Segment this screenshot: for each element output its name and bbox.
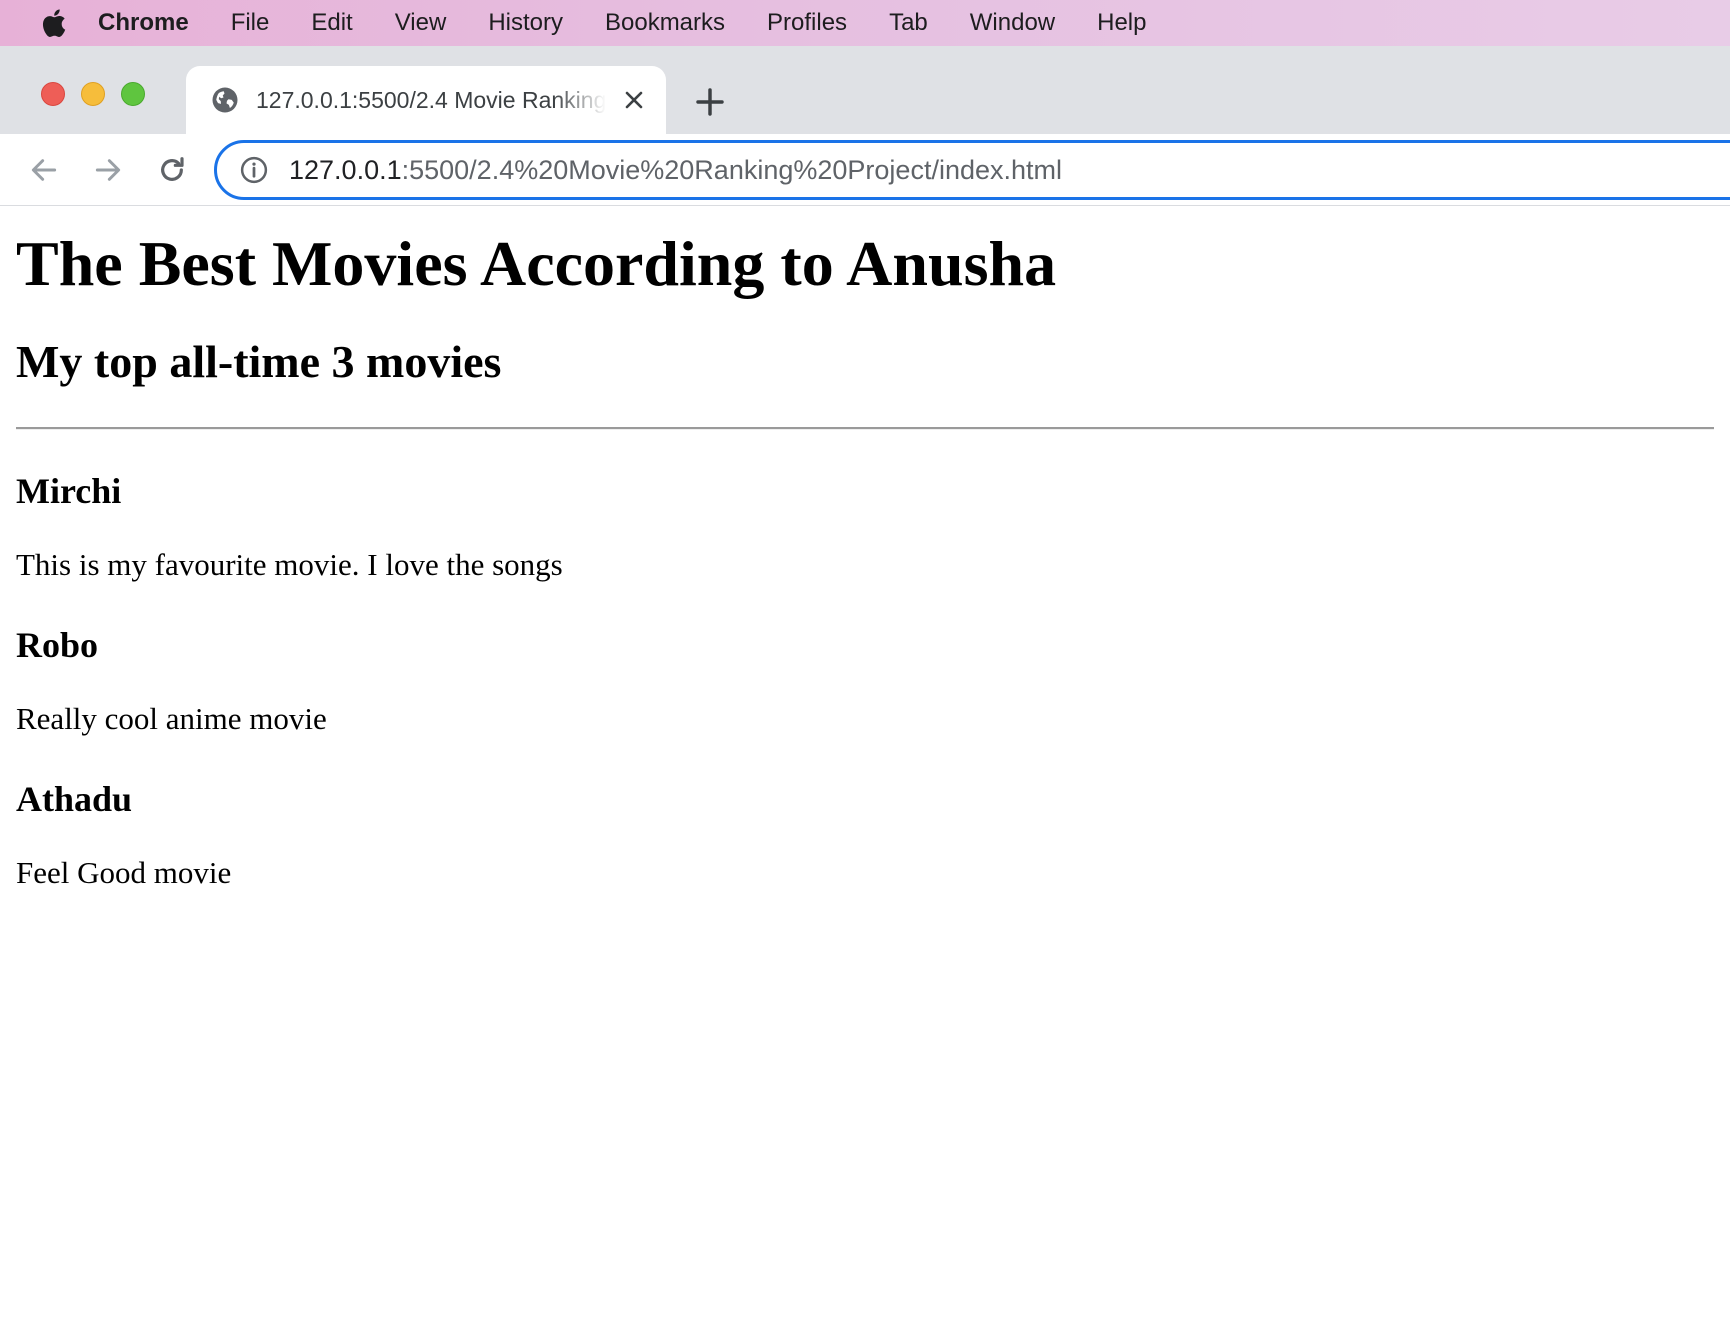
globe-icon [212,87,238,113]
menu-file[interactable]: File [231,0,270,46]
tab-active[interactable]: 127.0.0.1:5500/2.4 Movie Ranking Project… [186,66,666,134]
forward-arrow-icon[interactable] [92,154,124,186]
movie-item: Athadu Feel Good movie [16,778,1714,892]
movie-description: Feel Good movie [16,855,232,890]
tab-strip: 127.0.0.1:5500/2.4 Movie Ranking Project… [0,46,1730,134]
info-icon[interactable] [239,155,269,185]
page-title: The Best Movies According to Anusha [16,228,1057,299]
close-icon[interactable] [622,88,646,112]
menu-view[interactable]: View [395,0,447,46]
movie-title: Mirchi [16,471,122,511]
menu-history[interactable]: History [488,0,563,46]
movie-item: Mirchi This is my favourite movie. I lov… [16,470,1714,584]
address-bar[interactable]: 127.0.0.1:5500/2.4%20Movie%20Ranking%20P… [214,140,1730,200]
close-window-button[interactable] [41,82,65,106]
horizontal-divider [16,427,1714,430]
url-path: :5500/2.4%20Movie%20Ranking%20Project/in… [401,154,1063,185]
page-subtitle: My top all-time 3 movies [16,336,502,387]
new-tab-plus-icon[interactable] [694,86,726,118]
movie-title: Athadu [16,779,133,819]
menu-profiles[interactable]: Profiles [767,0,847,46]
movie-description: Really cool anime movie [16,701,327,736]
macos-menu-bar: Chrome File Edit View History Bookmarks … [0,0,1730,46]
movie-title: Robo [16,625,99,665]
url-host: 127.0.0.1 [289,154,402,185]
apple-logo-icon[interactable] [38,7,68,39]
movie-description: This is my favourite movie. I love the s… [16,547,563,582]
menu-tab[interactable]: Tab [889,0,928,46]
maximize-window-button[interactable] [121,82,145,106]
reload-icon[interactable] [156,154,188,186]
menu-bookmarks[interactable]: Bookmarks [605,0,725,46]
browser-toolbar: 127.0.0.1:5500/2.4%20Movie%20Ranking%20P… [0,134,1730,206]
page-content: The Best Movies According to Anusha My t… [0,207,1730,1329]
menu-app-chrome[interactable]: Chrome [98,0,189,46]
menu-window[interactable]: Window [970,0,1055,46]
movie-item: Robo Really cool anime movie [16,624,1714,738]
tab-title: 127.0.0.1:5500/2.4 Movie Ranking Project… [256,86,606,113]
minimize-window-button[interactable] [81,82,105,106]
menu-edit[interactable]: Edit [311,0,352,46]
back-arrow-icon[interactable] [28,154,60,186]
menu-help[interactable]: Help [1097,0,1146,46]
